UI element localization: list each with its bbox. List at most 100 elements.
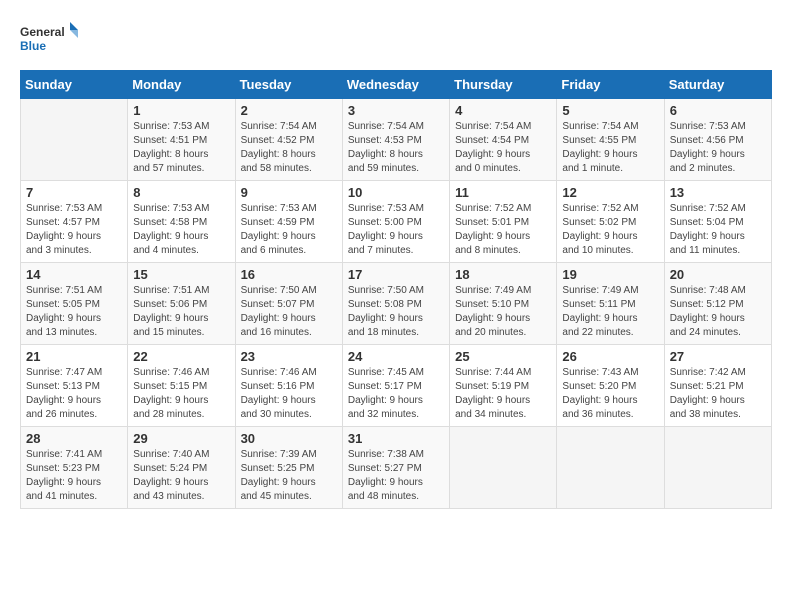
day-number: 28 xyxy=(26,431,122,446)
calendar-cell: 5 Sunrise: 7:54 AMSunset: 4:55 PMDaylight… xyxy=(557,99,664,181)
calendar-cell: 8 Sunrise: 7:53 AMSunset: 4:58 PMDaylight… xyxy=(128,181,235,263)
weekday-header-tuesday: Tuesday xyxy=(235,71,342,99)
calendar-cell: 18Sunrise: 7:49 AMSunset: 5:10 PMDayligh… xyxy=(450,263,557,345)
logo: General Blue xyxy=(20,20,80,60)
day-info: Sunrise: 7:46 AMSunset: 5:15 PMDaylight:… xyxy=(133,366,229,422)
day-number: 8 xyxy=(133,185,229,200)
day-info: Sunrise: 7:52 AMSunset: 5:01 PMDaylight:… xyxy=(455,202,551,258)
calendar-week-row: 21 Sunrise: 7:47 AMSunset: 5:13 PMDayligh… xyxy=(21,345,772,427)
day-info: Sunrise: 7:52 AMSunset: 5:02 PMDaylight:… xyxy=(562,202,658,258)
day-number: 14 xyxy=(26,267,122,282)
day-number: 19 xyxy=(562,267,658,282)
calendar-cell: 10 Sunrise: 7:53 AMSunset: 5:00 PMDayligh… xyxy=(342,181,449,263)
day-number: 26 xyxy=(562,349,658,364)
day-number: 15 xyxy=(133,267,229,282)
day-number: 5 xyxy=(562,103,658,118)
calendar-week-row: 1Sunrise: 7:53 AMSunset: 4:51 PMDaylight… xyxy=(21,99,772,181)
calendar-cell: 28 Sunrise: 7:41 AMSunset: 5:23 PMDayligh… xyxy=(21,427,128,509)
calendar-cell xyxy=(450,427,557,509)
day-number: 17 xyxy=(348,267,444,282)
day-info: Sunrise: 7:54 AMSunset: 4:55 PMDaylight:… xyxy=(562,120,658,176)
day-number: 30 xyxy=(241,431,337,446)
day-info: Sunrise: 7:39 AMSunset: 5:25 PMDaylight:… xyxy=(241,448,337,504)
calendar-cell: 29 Sunrise: 7:40 AMSunset: 5:24 PMDayligh… xyxy=(128,427,235,509)
day-info: Sunrise: 7:52 AMSunset: 5:04 PMDaylight:… xyxy=(670,202,766,258)
calendar-cell: 30 Sunrise: 7:39 AMSunset: 5:25 PMDayligh… xyxy=(235,427,342,509)
day-number: 27 xyxy=(670,349,766,364)
calendar-cell xyxy=(21,99,128,181)
day-number: 31 xyxy=(348,431,444,446)
calendar-cell: 19 Sunrise: 7:49 AMSunset: 5:11 PMDayligh… xyxy=(557,263,664,345)
weekday-header-row: SundayMondayTuesdayWednesdayThursdayFrid… xyxy=(21,71,772,99)
day-info: Sunrise: 7:54 AMSunset: 4:52 PMDaylight:… xyxy=(241,120,337,176)
calendar-cell: 17 Sunrise: 7:50 AMSunset: 5:08 PMDayligh… xyxy=(342,263,449,345)
calendar-cell: 11 Sunrise: 7:52 AMSunset: 5:01 PMDayligh… xyxy=(450,181,557,263)
calendar-week-row: 28 Sunrise: 7:41 AMSunset: 5:23 PMDayligh… xyxy=(21,427,772,509)
svg-text:General: General xyxy=(20,25,65,39)
weekday-header-thursday: Thursday xyxy=(450,71,557,99)
calendar-cell: 3Sunrise: 7:54 AMSunset: 4:53 PMDaylight… xyxy=(342,99,449,181)
calendar-cell: 27 Sunrise: 7:42 AMSunset: 5:21 PMDayligh… xyxy=(664,345,771,427)
day-number: 21 xyxy=(26,349,122,364)
day-number: 25 xyxy=(455,349,551,364)
calendar-cell: 7 Sunrise: 7:53 AMSunset: 4:57 PMDaylight… xyxy=(21,181,128,263)
calendar-cell: 20 Sunrise: 7:48 AMSunset: 5:12 PMDayligh… xyxy=(664,263,771,345)
weekday-header-monday: Monday xyxy=(128,71,235,99)
weekday-header-saturday: Saturday xyxy=(664,71,771,99)
day-number: 7 xyxy=(26,185,122,200)
day-info: Sunrise: 7:42 AMSunset: 5:21 PMDaylight:… xyxy=(670,366,766,422)
weekday-header-wednesday: Wednesday xyxy=(342,71,449,99)
day-info: Sunrise: 7:54 AMSunset: 4:54 PMDaylight:… xyxy=(455,120,551,176)
day-info: Sunrise: 7:43 AMSunset: 5:20 PMDaylight:… xyxy=(562,366,658,422)
day-info: Sunrise: 7:53 AMSunset: 4:57 PMDaylight:… xyxy=(26,202,122,258)
day-number: 11 xyxy=(455,185,551,200)
day-info: Sunrise: 7:50 AMSunset: 5:08 PMDaylight:… xyxy=(348,284,444,340)
calendar-cell: 4 Sunrise: 7:54 AMSunset: 4:54 PMDaylight… xyxy=(450,99,557,181)
day-info: Sunrise: 7:46 AMSunset: 5:16 PMDaylight:… xyxy=(241,366,337,422)
calendar-cell: 1Sunrise: 7:53 AMSunset: 4:51 PMDaylight… xyxy=(128,99,235,181)
calendar-cell: 6 Sunrise: 7:53 AMSunset: 4:56 PMDaylight… xyxy=(664,99,771,181)
calendar-cell: 2Sunrise: 7:54 AMSunset: 4:52 PMDaylight… xyxy=(235,99,342,181)
calendar-cell: 25 Sunrise: 7:44 AMSunset: 5:19 PMDayligh… xyxy=(450,345,557,427)
day-number: 10 xyxy=(348,185,444,200)
day-number: 16 xyxy=(241,267,337,282)
calendar-table: SundayMondayTuesdayWednesdayThursdayFrid… xyxy=(20,70,772,509)
calendar-cell: 15 Sunrise: 7:51 AMSunset: 5:06 PMDayligh… xyxy=(128,263,235,345)
day-info: Sunrise: 7:53 AMSunset: 4:56 PMDaylight:… xyxy=(670,120,766,176)
day-number: 9 xyxy=(241,185,337,200)
day-info: Sunrise: 7:51 AMSunset: 5:05 PMDaylight:… xyxy=(26,284,122,340)
day-info: Sunrise: 7:53 AMSunset: 4:59 PMDaylight:… xyxy=(241,202,337,258)
day-info: Sunrise: 7:40 AMSunset: 5:24 PMDaylight:… xyxy=(133,448,229,504)
day-info: Sunrise: 7:47 AMSunset: 5:13 PMDaylight:… xyxy=(26,366,122,422)
day-info: Sunrise: 7:50 AMSunset: 5:07 PMDaylight:… xyxy=(241,284,337,340)
day-number: 1 xyxy=(133,103,229,118)
day-info: Sunrise: 7:44 AMSunset: 5:19 PMDaylight:… xyxy=(455,366,551,422)
svg-text:Blue: Blue xyxy=(20,39,46,53)
calendar-cell xyxy=(664,427,771,509)
day-number: 24 xyxy=(348,349,444,364)
calendar-cell: 23 Sunrise: 7:46 AMSunset: 5:16 PMDayligh… xyxy=(235,345,342,427)
calendar-cell: 22 Sunrise: 7:46 AMSunset: 5:15 PMDayligh… xyxy=(128,345,235,427)
calendar-week-row: 14 Sunrise: 7:51 AMSunset: 5:05 PMDayligh… xyxy=(21,263,772,345)
logo-svg: General Blue xyxy=(20,20,80,60)
page-header: General Blue xyxy=(20,20,772,60)
day-number: 12 xyxy=(562,185,658,200)
day-number: 22 xyxy=(133,349,229,364)
calendar-cell: 12 Sunrise: 7:52 AMSunset: 5:02 PMDayligh… xyxy=(557,181,664,263)
day-number: 23 xyxy=(241,349,337,364)
day-info: Sunrise: 7:41 AMSunset: 5:23 PMDaylight:… xyxy=(26,448,122,504)
day-info: Sunrise: 7:38 AMSunset: 5:27 PMDaylight:… xyxy=(348,448,444,504)
calendar-cell: 21 Sunrise: 7:47 AMSunset: 5:13 PMDayligh… xyxy=(21,345,128,427)
day-number: 20 xyxy=(670,267,766,282)
day-info: Sunrise: 7:53 AMSunset: 5:00 PMDaylight:… xyxy=(348,202,444,258)
day-number: 4 xyxy=(455,103,551,118)
day-info: Sunrise: 7:45 AMSunset: 5:17 PMDaylight:… xyxy=(348,366,444,422)
day-number: 29 xyxy=(133,431,229,446)
day-info: Sunrise: 7:54 AMSunset: 4:53 PMDaylight:… xyxy=(348,120,444,176)
day-info: Sunrise: 7:53 AMSunset: 4:58 PMDaylight:… xyxy=(133,202,229,258)
day-number: 6 xyxy=(670,103,766,118)
day-info: Sunrise: 7:48 AMSunset: 5:12 PMDaylight:… xyxy=(670,284,766,340)
day-info: Sunrise: 7:49 AMSunset: 5:11 PMDaylight:… xyxy=(562,284,658,340)
day-info: Sunrise: 7:51 AMSunset: 5:06 PMDaylight:… xyxy=(133,284,229,340)
day-number: 18 xyxy=(455,267,551,282)
